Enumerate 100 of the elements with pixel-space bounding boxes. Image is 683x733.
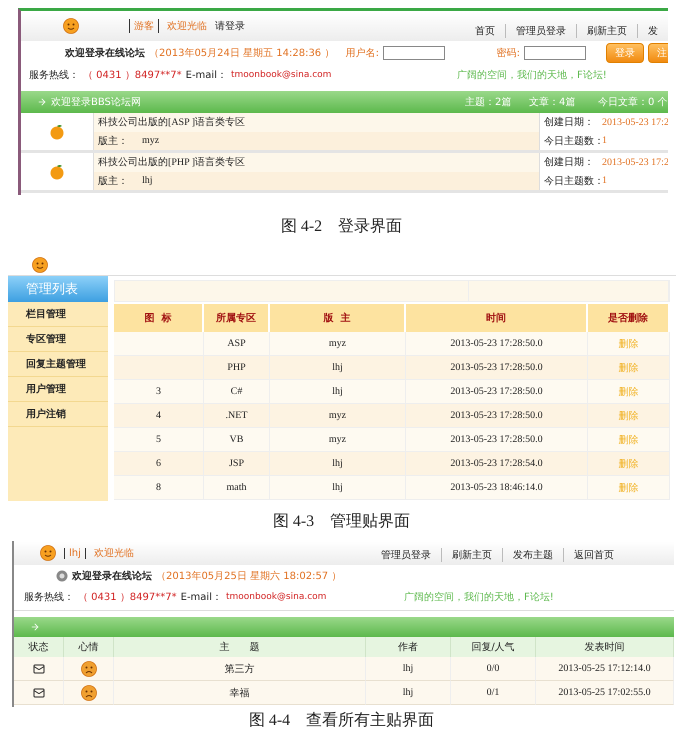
arrow-icon (30, 622, 40, 632)
column-header: 图 标 (114, 304, 204, 332)
column-header: 状态 (14, 637, 64, 657)
table-cell: 6 (114, 452, 204, 476)
topic-count: 主题：2篇 (465, 96, 512, 109)
table-cell: 0/1 (451, 681, 536, 705)
password-field[interactable] (524, 46, 586, 60)
mail-icon (32, 662, 44, 674)
welcome-text: 欢迎光临 (94, 546, 134, 560)
smiley-icon (40, 545, 56, 561)
arrow-icon (37, 97, 47, 107)
email-label: E-mail： (186, 69, 227, 82)
date-time: （2013年05月25日 星期六 18:02:57 ） (156, 570, 342, 583)
table-cell: 2013-05-23 17:28:50.0 (406, 332, 588, 356)
welcome-title: 欢迎登录在线论坛 (72, 569, 152, 583)
disc-icon (56, 570, 68, 582)
user-tag: lhj (64, 548, 86, 558)
email-label: E-mail： (180, 591, 222, 604)
table-cell: VB (204, 428, 270, 452)
nav-link[interactable]: 发布主题 (502, 548, 563, 562)
table-cell: PHP (204, 356, 270, 380)
smiley-icon (63, 18, 79, 34)
email-address: tmoonbook@sina.com (230, 70, 332, 80)
menu-title: 管理列表 (8, 276, 108, 302)
table-cell: 4 (114, 404, 204, 428)
column-header: 主 题 (114, 637, 366, 657)
table-cell: lhj (366, 681, 451, 705)
smiley-icon (32, 257, 48, 273)
today-label: 今日主题数： (544, 134, 602, 148)
figure-caption: 图 4-4 查看所有主贴界面 (248, 710, 434, 730)
sad-face-icon (80, 660, 96, 676)
today-topics: 1 (602, 135, 608, 146)
nav-link[interactable]: 刷新主页 (441, 548, 502, 562)
table-cell: lhj (366, 657, 451, 681)
created-date: 2013-05-23 17:2 (602, 116, 668, 128)
topic-cell[interactable]: 幸福 (114, 681, 366, 705)
table-cell: 8 (114, 476, 204, 500)
table-cell: myz (270, 332, 406, 356)
moderator-label: 版主： (98, 134, 128, 148)
table-cell: JSP (204, 452, 270, 476)
hotline-label: 服务热线： (24, 590, 74, 604)
table-cell: 2013-05-23 17:28:54.0 (406, 452, 588, 476)
hotline-number: （ 0431 ）8497**7* (83, 69, 182, 82)
table-cell: lhj (270, 476, 406, 500)
table-cell: myz (270, 404, 406, 428)
table-cell: 5 (114, 428, 204, 452)
fruit-icon (49, 123, 65, 140)
username-field[interactable] (383, 46, 445, 60)
table-cell: 2013-05-23 17:28:50.0 (406, 380, 588, 404)
table-cell: 2013-05-25 17:12:14.0 (536, 657, 674, 681)
table-cell: 2013-05-23 17:28:50.0 (406, 428, 588, 452)
hotline-number: （ 0431 ）8497**7* (78, 591, 177, 604)
email-address: tmoonbook@sina.com (226, 592, 326, 602)
user-tag: 游客 (129, 19, 159, 33)
column-header: 版 主 (270, 304, 406, 332)
table-cell: myz (270, 428, 406, 452)
moderator-name: myz (142, 135, 160, 146)
created-label: 创建日期： (544, 156, 595, 170)
today-topics: 1 (602, 175, 608, 186)
column-header: 是否删除 (588, 304, 670, 332)
created-date: 2013-05-23 17:2 (602, 156, 668, 168)
today-count: 今日文章：0 个 (598, 96, 668, 109)
fruit-icon (49, 163, 65, 180)
topic-cell[interactable]: 第三方 (114, 657, 366, 681)
username-label: 用户名: (346, 46, 379, 60)
password-label: 密码: (496, 46, 520, 60)
welcome-title: 欢迎登录在线论坛 (65, 46, 145, 60)
column-header: 心情 (64, 637, 114, 657)
nav-link[interactable]: 返回首页 (563, 548, 624, 562)
column-header: 发表时间 (536, 637, 674, 657)
table-cell: 2013-05-25 17:02:55.0 (536, 681, 674, 705)
table-cell: 2013-05-23 17:28:50.0 (406, 356, 588, 380)
table-cell: lhj (270, 356, 406, 380)
hotline-label: 服务热线： (29, 68, 79, 82)
welcome-text: 欢迎光临 (167, 20, 207, 33)
bar-title: 欢迎登录BBS论坛网 (51, 96, 142, 109)
login-prompt: 请登录 (215, 20, 245, 33)
nav-link[interactable]: 管理员登录 (505, 24, 576, 38)
board-name[interactable]: 科技公司出版的[PHP ]语言类专区 (98, 155, 246, 170)
nav-link[interactable]: 刷新主页 (576, 24, 637, 38)
moderator-name: lhj (142, 175, 153, 186)
figure-caption: 图 4-2 登录界面 (280, 216, 402, 236)
table-cell: 3 (114, 380, 204, 404)
slogan: 广阔的空间，我们的天地，F论坛! (404, 590, 555, 604)
table-cell: 2013-05-23 18:46:14.0 (406, 476, 588, 500)
column-header: 所属专区 (204, 304, 270, 332)
nav-link[interactable]: 管理员登录 (371, 548, 441, 562)
table-cell: 0/0 (451, 657, 536, 681)
column-header: 作者 (366, 637, 451, 657)
board-name[interactable]: 科技公司出版的[ASP ]语言类专区 (98, 115, 246, 130)
table-cell: lhj (270, 452, 406, 476)
nav-link[interactable]: 发 (637, 24, 668, 38)
mail-icon (32, 686, 44, 698)
today-label: 今日主题数： (544, 174, 602, 188)
figure-caption: 图 4-3 管理贴界面 (272, 512, 410, 532)
table-cell: 2013-05-23 17:28:50.0 (406, 404, 588, 428)
post-count: 文章：4篇 (529, 96, 576, 109)
nav-link[interactable]: 首页 (465, 24, 505, 38)
slogan: 广阔的空间，我们的天地，F论坛! (456, 68, 608, 82)
table-cell: ASP (204, 332, 270, 356)
